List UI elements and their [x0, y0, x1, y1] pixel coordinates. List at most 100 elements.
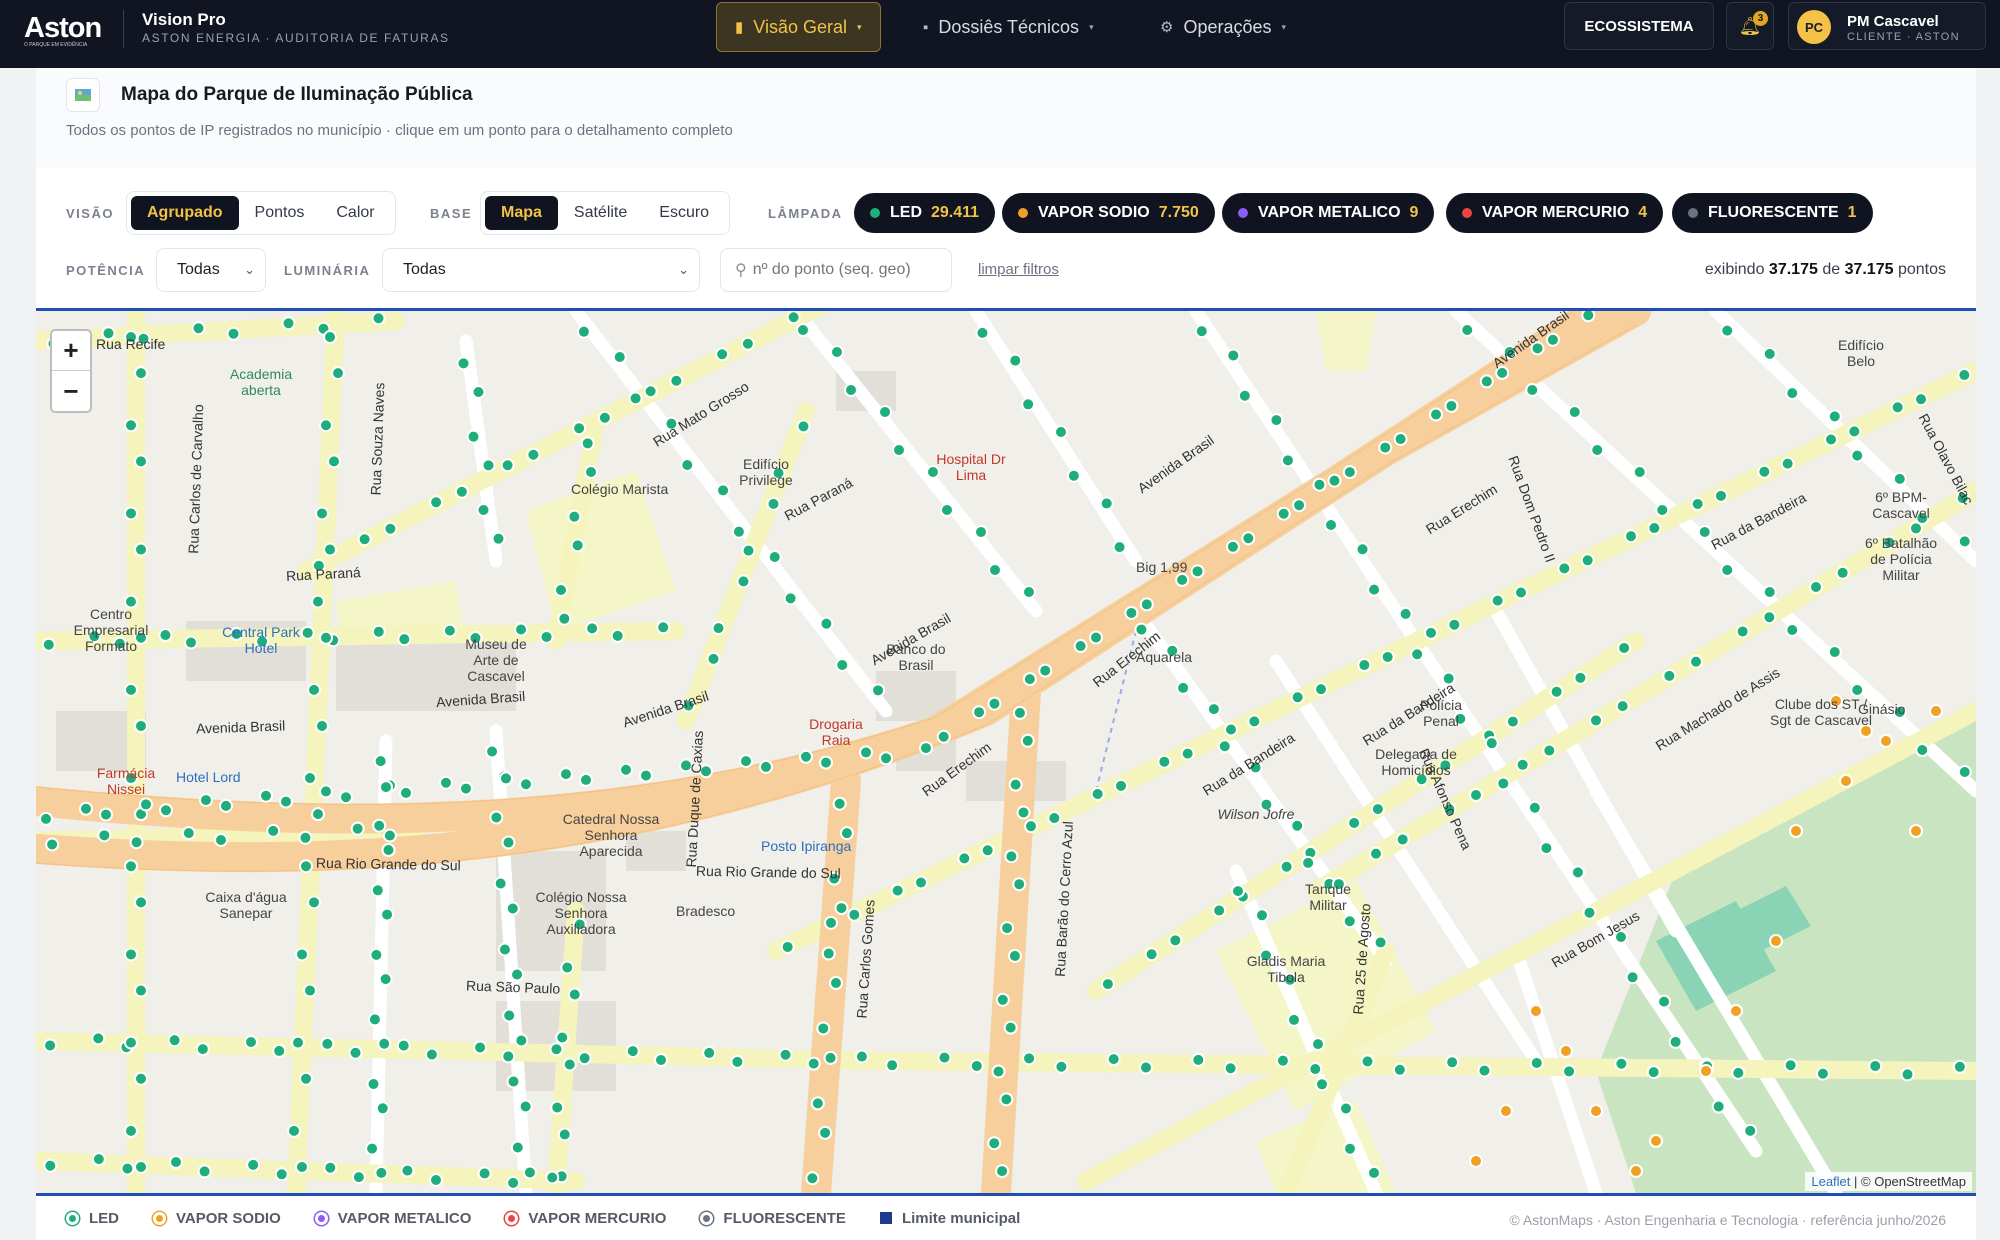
lamp-point-led[interactable] — [1697, 525, 1712, 539]
lamp-point-led[interactable] — [1175, 572, 1190, 587]
lamp-point-led[interactable] — [348, 1045, 363, 1060]
lamp-point-led[interactable] — [1308, 1062, 1323, 1077]
lamp-point-led[interactable] — [323, 542, 337, 557]
lamp-point-led[interactable] — [767, 550, 782, 564]
lamp-point-led[interactable] — [539, 629, 554, 644]
lamp-point-led[interactable] — [1373, 935, 1388, 950]
lamp-point-led[interactable] — [1625, 970, 1640, 985]
lamp-point-led[interactable] — [1360, 1054, 1375, 1069]
lamp-point-led[interactable] — [489, 810, 504, 825]
lamp-point-led[interactable] — [796, 419, 811, 434]
lamp-point-led[interactable] — [919, 741, 933, 756]
lamp-point-led[interactable] — [1689, 654, 1703, 669]
lamp-chip-fluorescente[interactable]: FLUORESCENTE 1 — [1672, 193, 1873, 233]
lamp-point-led[interactable] — [43, 1038, 58, 1053]
lamp-point-led[interactable] — [1089, 630, 1103, 645]
lamp-point-led[interactable] — [1016, 805, 1031, 820]
lamp-point-led[interactable] — [159, 803, 173, 818]
lamp-point-led[interactable] — [974, 525, 988, 539]
lamp-point-led[interactable] — [369, 947, 384, 962]
lamp-point-led[interactable] — [522, 1165, 537, 1180]
lamp-point-led[interactable] — [1762, 346, 1777, 361]
lamp-point-led[interactable] — [124, 1123, 138, 1138]
lamp-point-led[interactable] — [1012, 705, 1027, 720]
lamp-point-led[interactable] — [1624, 529, 1638, 544]
lamp-point-led[interactable] — [1570, 865, 1585, 880]
lamp-point-led[interactable] — [1003, 1020, 1018, 1035]
lamp-point-led[interactable] — [1287, 1012, 1301, 1027]
lamp-point-led[interactable] — [1022, 1051, 1037, 1066]
lamp-point-led[interactable] — [439, 775, 453, 790]
lamp-point-led[interactable] — [1012, 877, 1027, 892]
lamp-point-led[interactable] — [1714, 488, 1728, 503]
lamp-point-led[interactable] — [1226, 348, 1241, 363]
lamp-point-led[interactable] — [1762, 610, 1777, 625]
lamp-point-led[interactable] — [459, 781, 473, 796]
lamp-point-led[interactable] — [890, 883, 905, 898]
potencia-select[interactable]: Todas ⌄ — [156, 248, 266, 292]
lamp-point-led[interactable] — [259, 788, 273, 803]
lamp-point-led[interactable] — [1735, 624, 1750, 639]
lamp-point-led[interactable] — [473, 1040, 488, 1055]
lamp-point-led[interactable] — [937, 1050, 952, 1065]
lamp-point-led[interactable] — [1099, 496, 1114, 511]
lamp-point-led[interactable] — [1212, 903, 1227, 918]
lamp-point-led[interactable] — [1757, 464, 1772, 479]
lamp-point-led[interactable] — [878, 405, 892, 419]
lamp-point-led[interactable] — [969, 1058, 984, 1073]
lamp-point-led[interactable] — [311, 807, 325, 822]
lamp-point-led[interactable] — [766, 496, 781, 511]
lamp-point-led[interactable] — [134, 454, 148, 469]
lamp-point-led[interactable] — [1573, 670, 1588, 685]
lamp-point-led[interactable] — [1054, 1059, 1069, 1074]
lamp-point-led[interactable] — [1066, 468, 1081, 483]
lamp-point-led[interactable] — [1339, 1101, 1353, 1116]
lamp-point-led[interactable] — [1269, 413, 1284, 428]
lamp-point-led[interactable] — [1392, 1062, 1407, 1077]
lamp-point-led[interactable] — [365, 1141, 380, 1156]
lamp-point-led[interactable] — [400, 1163, 415, 1178]
lamp-point-led[interactable] — [1429, 407, 1443, 422]
lamp-point-led[interactable] — [805, 1171, 820, 1186]
lamp-chip-vapor-mercurio[interactable]: VAPOR MERCURIO 4 — [1446, 193, 1664, 233]
lamp-point-vapor-sodio[interactable] — [1589, 1104, 1603, 1118]
lamp-point-led[interactable] — [195, 1042, 210, 1057]
lamp-point-led[interactable] — [559, 767, 573, 782]
lamp-point-led[interactable] — [299, 859, 313, 874]
lamp-point-led[interactable] — [1223, 1061, 1238, 1076]
lamp-point-led[interactable] — [1580, 553, 1595, 568]
lamp-point-led[interactable] — [654, 1053, 668, 1067]
lamp-point-led[interactable] — [184, 635, 198, 650]
lamp-point-led[interactable] — [226, 326, 241, 341]
point-search-input[interactable] — [752, 261, 943, 279]
lamp-point-led[interactable] — [134, 366, 148, 381]
lamp-point-led[interactable] — [1731, 1065, 1746, 1080]
lamp-point-led[interactable] — [859, 745, 873, 760]
lamp-point-vapor-sodio[interactable] — [1729, 1004, 1743, 1018]
lamp-point-led[interactable] — [124, 682, 138, 697]
lamp-point-led[interactable] — [1615, 699, 1630, 714]
lamp-point-led[interactable] — [1090, 786, 1105, 801]
lamp-point-led[interactable] — [1720, 323, 1735, 338]
lamp-point-led[interactable] — [1496, 776, 1511, 791]
lamp-point-led[interactable] — [1022, 585, 1036, 599]
lamp-point-led[interactable] — [740, 336, 755, 351]
lamp-point-led[interactable] — [1447, 617, 1462, 632]
lamp-point-led[interactable] — [1022, 672, 1037, 687]
lamp-point-led[interactable] — [371, 311, 386, 326]
lamp-point-led[interactable] — [715, 347, 730, 362]
lamp-point-led[interactable] — [281, 316, 296, 331]
lamp-point-led[interactable] — [783, 591, 798, 606]
lamp-point-led[interactable] — [1785, 386, 1800, 401]
lamp-point-led[interactable] — [702, 1045, 717, 1060]
lamp-point-led[interactable] — [1711, 1099, 1726, 1114]
lamp-point-led[interactable] — [191, 321, 206, 336]
lamp-point-led[interactable] — [1275, 1053, 1290, 1068]
lamp-point-led[interactable] — [829, 976, 843, 990]
lamp-point-led[interactable] — [1343, 1141, 1357, 1156]
lamp-point-led[interactable] — [1021, 397, 1036, 412]
lamp-point-led[interactable] — [1292, 498, 1307, 513]
lamp-point-led[interactable] — [1668, 1034, 1683, 1049]
lamp-point-led[interactable] — [778, 1047, 793, 1062]
lamp-point-led[interactable] — [576, 324, 591, 339]
